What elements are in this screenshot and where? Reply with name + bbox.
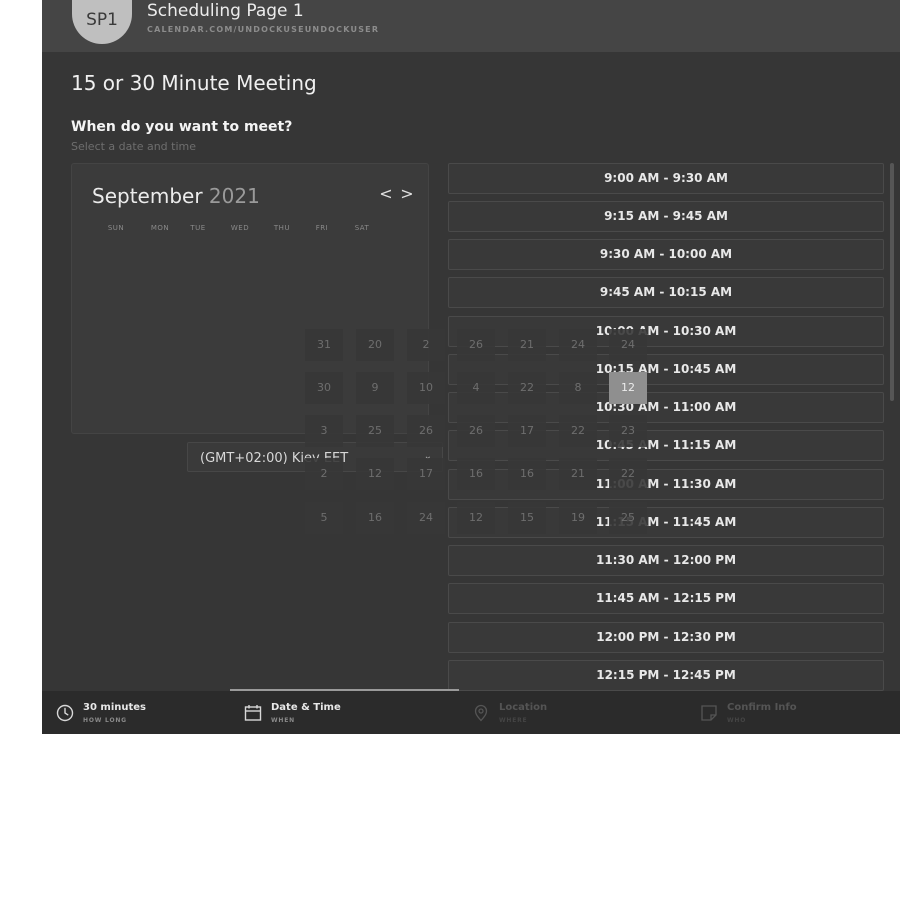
calendar-date[interactable]: 31 xyxy=(305,329,343,361)
weekday-wed: WED xyxy=(230,224,250,232)
step-location[interactable]: Location WHERE xyxy=(472,691,622,734)
page-title: Scheduling Page 1 xyxy=(147,1,304,21)
weekday-mon: MON xyxy=(150,224,170,232)
calendar-date[interactable]: 26 xyxy=(407,415,445,447)
time-slot[interactable]: 12:15 PM - 12:45 PM xyxy=(448,660,884,691)
calendar-date[interactable]: 26 xyxy=(457,415,495,447)
meeting-title: 15 or 30 Minute Meeting xyxy=(71,71,317,95)
time-slot[interactable]: 11:45 AM - 12:15 PM xyxy=(448,583,884,614)
step-label: Date & Time xyxy=(271,702,341,713)
time-slot-scrollbar[interactable] xyxy=(890,163,894,401)
calendar-date[interactable]: 12 xyxy=(457,502,495,534)
time-slot[interactable]: 11:30 AM - 12:00 PM xyxy=(448,545,884,576)
calendar-date[interactable]: 22 xyxy=(559,415,597,447)
step-navigation: 30 minutes HOW LONG Date & Time WHEN Loc… xyxy=(42,689,900,734)
calendar-date[interactable]: 17 xyxy=(407,458,445,490)
calendar-date[interactable]: 17 xyxy=(508,415,546,447)
calendar-date[interactable]: 24 xyxy=(559,329,597,361)
calendar-date[interactable]: 16 xyxy=(457,458,495,490)
calendar-date-selected[interactable]: 12 xyxy=(609,372,647,404)
step-label: 30 minutes xyxy=(83,702,146,713)
calendar-date[interactable]: 12 xyxy=(356,458,394,490)
calendar-date[interactable]: 8 xyxy=(559,372,597,404)
calendar-month-title: September 2021 xyxy=(92,184,260,208)
calendar-date[interactable]: 16 xyxy=(356,502,394,534)
time-slot[interactable]: 9:00 AM - 9:30 AM xyxy=(448,163,884,194)
calendar-icon xyxy=(244,705,262,721)
step-sublabel: WHERE xyxy=(499,717,528,724)
calendar-date[interactable]: 5 xyxy=(305,502,343,534)
calendar-month: September xyxy=(92,184,203,208)
calendar-date[interactable]: 25 xyxy=(609,502,647,534)
page-url[interactable]: CALENDAR.COM/UNDOCKUSEUNDOCKUSER xyxy=(147,25,379,34)
calendar-date[interactable]: 26 xyxy=(457,329,495,361)
question-heading: When do you want to meet? xyxy=(71,119,293,135)
previous-month-icon[interactable]: < xyxy=(378,184,394,203)
calendar-date[interactable]: 4 xyxy=(457,372,495,404)
step-sublabel: HOW LONG xyxy=(83,717,127,724)
calendar-date[interactable]: 3 xyxy=(305,415,343,447)
time-slot[interactable]: 12:00 PM - 12:30 PM xyxy=(448,622,884,653)
step-sublabel: WHO xyxy=(727,717,747,724)
step-label: Location xyxy=(499,702,548,713)
time-slot[interactable]: 9:15 AM - 9:45 AM xyxy=(448,201,884,232)
calendar-date[interactable]: 22 xyxy=(508,372,546,404)
calendar-date[interactable]: 21 xyxy=(508,329,546,361)
question-hint: Select a date and time xyxy=(71,140,197,153)
weekday-sun: SUN xyxy=(107,224,125,232)
step-duration[interactable]: 30 minutes HOW LONG xyxy=(56,691,206,734)
location-pin-icon xyxy=(474,704,488,722)
time-slot[interactable]: 9:45 AM - 10:15 AM xyxy=(448,277,884,308)
weekday-tue: TUE xyxy=(190,224,206,232)
calendar-date[interactable]: 16 xyxy=(508,458,546,490)
weekday-thu: THU xyxy=(273,224,291,232)
calendar-date[interactable]: 22 xyxy=(609,458,647,490)
calendar-date[interactable]: 15 xyxy=(508,502,546,534)
step-label: Confirm Info xyxy=(727,702,797,713)
step-date-time[interactable]: Date & Time WHEN xyxy=(244,691,394,734)
calendar-date[interactable]: 19 xyxy=(559,502,597,534)
calendar-date[interactable]: 25 xyxy=(356,415,394,447)
calendar-date[interactable]: 20 xyxy=(356,329,394,361)
calendar-date[interactable]: 24 xyxy=(407,502,445,534)
calendar-date[interactable]: 30 xyxy=(305,372,343,404)
calendar-date[interactable]: 21 xyxy=(559,458,597,490)
weekday-fri: FRI xyxy=(315,224,329,232)
calendar-date[interactable]: 9 xyxy=(356,372,394,404)
page-header: SP1 Scheduling Page 1 CALENDAR.COM/UNDOC… xyxy=(42,0,900,52)
time-slot[interactable]: 9:30 AM - 10:00 AM xyxy=(448,239,884,270)
calendar-date[interactable]: 23 xyxy=(609,415,647,447)
calendar-date[interactable]: 2 xyxy=(407,329,445,361)
calendar-year: 2021 xyxy=(208,184,260,208)
scheduling-app: SP1 Scheduling Page 1 CALENDAR.COM/UNDOC… xyxy=(42,0,900,734)
avatar[interactable]: SP1 xyxy=(72,0,132,44)
calendar-date[interactable]: 10 xyxy=(407,372,445,404)
weekday-sat: SAT xyxy=(354,224,370,232)
step-sublabel: WHEN xyxy=(271,717,295,724)
calendar-date[interactable]: 24 xyxy=(609,329,647,361)
clock-icon xyxy=(56,704,74,722)
step-confirm-info[interactable]: Confirm Info WHO xyxy=(700,691,860,734)
calendar-date[interactable]: 2 xyxy=(305,458,343,490)
note-icon xyxy=(701,705,717,721)
next-month-icon[interactable]: > xyxy=(399,184,415,203)
